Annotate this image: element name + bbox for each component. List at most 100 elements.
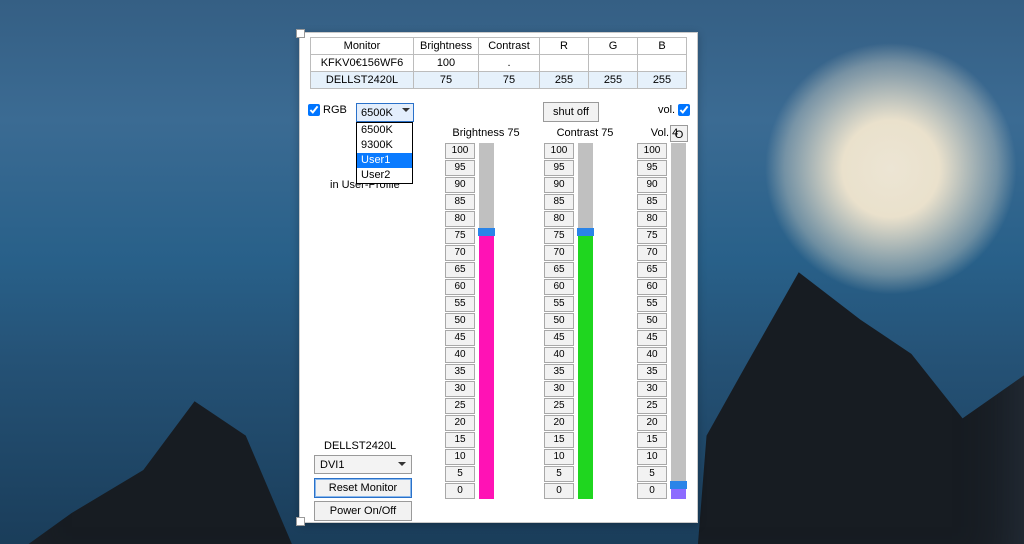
vol-checkbox-input[interactable] — [678, 104, 690, 116]
contrast-thumb[interactable] — [577, 228, 594, 236]
colortemp-option[interactable]: 6500K — [357, 123, 412, 138]
slider-step-button[interactable]: 65 — [544, 262, 574, 278]
colortemp-combobox[interactable]: 6500K — [356, 103, 414, 122]
slider-step-button[interactable]: 0 — [544, 483, 574, 499]
slider-step-button[interactable]: 15 — [445, 432, 475, 448]
slider-step-button[interactable]: 100 — [637, 143, 667, 159]
slider-step-button[interactable]: 35 — [544, 364, 574, 380]
reset-monitor-button[interactable]: Reset Monitor — [314, 478, 412, 498]
slider-step-button[interactable]: 55 — [544, 296, 574, 312]
slider-step-button[interactable]: 0 — [445, 483, 475, 499]
vol-checkbox[interactable]: vol. — [658, 104, 690, 116]
table-row[interactable]: KFKV0€156WF6100. — [311, 55, 687, 72]
resize-handle-bottom-left[interactable] — [296, 517, 305, 526]
slider-step-button[interactable]: 30 — [445, 381, 475, 397]
slider-step-button[interactable]: 80 — [544, 211, 574, 227]
slider-step-button[interactable]: 20 — [637, 415, 667, 431]
slider-step-button[interactable]: 35 — [445, 364, 475, 380]
resize-handle-top-left[interactable] — [296, 29, 305, 38]
slider-step-button[interactable]: 5 — [544, 466, 574, 482]
slider-step-button[interactable]: 40 — [445, 347, 475, 363]
slider-step-button[interactable]: 45 — [544, 330, 574, 346]
slider-step-button[interactable]: 85 — [544, 194, 574, 210]
slider-step-button[interactable]: 65 — [637, 262, 667, 278]
contrast-track[interactable] — [578, 143, 593, 499]
brightness-track[interactable] — [479, 143, 494, 499]
slider-step-button[interactable]: 15 — [637, 432, 667, 448]
brightness-steps: 1009590858075706560555045403530252015105… — [445, 143, 475, 500]
slider-step-button[interactable]: 40 — [637, 347, 667, 363]
colortemp-option[interactable]: User2 — [357, 168, 412, 183]
slider-step-button[interactable]: 85 — [637, 194, 667, 210]
slider-step-button[interactable]: 50 — [544, 313, 574, 329]
vol-checkbox-label: vol. — [658, 104, 675, 116]
slider-step-button[interactable]: 90 — [544, 177, 574, 193]
table-cell — [540, 55, 589, 72]
slider-step-button[interactable]: 20 — [544, 415, 574, 431]
power-onoff-button[interactable]: Power On/Off — [314, 501, 412, 521]
slider-step-button[interactable]: 60 — [637, 279, 667, 295]
slider-step-button[interactable]: 80 — [445, 211, 475, 227]
slider-step-button[interactable]: 65 — [445, 262, 475, 278]
slider-step-button[interactable]: 70 — [544, 245, 574, 261]
input-select[interactable]: DVI1 — [314, 455, 412, 474]
slider-step-button[interactable]: 40 — [544, 347, 574, 363]
slider-step-button[interactable]: 55 — [637, 296, 667, 312]
table-cell — [589, 55, 638, 72]
volume-title: Vol. 4 — [637, 127, 692, 139]
table-cell: 255 — [589, 72, 638, 89]
slider-step-button[interactable]: 50 — [445, 313, 475, 329]
table-cell: DELLST2420L — [311, 72, 414, 89]
slider-step-button[interactable]: 25 — [445, 398, 475, 414]
rgb-checkbox[interactable]: RGB — [308, 104, 347, 116]
slider-step-button[interactable]: 90 — [637, 177, 667, 193]
slider-step-button[interactable]: 90 — [445, 177, 475, 193]
slider-step-button[interactable]: 45 — [637, 330, 667, 346]
slider-step-button[interactable]: 30 — [637, 381, 667, 397]
slider-step-button[interactable]: 55 — [445, 296, 475, 312]
slider-step-button[interactable]: 10 — [637, 449, 667, 465]
slider-step-button[interactable]: 5 — [637, 466, 667, 482]
slider-step-button[interactable]: 75 — [544, 228, 574, 244]
slider-step-button[interactable]: 0 — [637, 483, 667, 499]
rgb-checkbox-input[interactable] — [308, 104, 320, 116]
table-cell — [638, 55, 687, 72]
slider-step-button[interactable]: 75 — [637, 228, 667, 244]
slider-step-button[interactable]: 75 — [445, 228, 475, 244]
slider-step-button[interactable]: 100 — [445, 143, 475, 159]
slider-step-button[interactable]: 80 — [637, 211, 667, 227]
monitor-control-window: Monitor Brightness Contrast R G B KFKV0€… — [299, 32, 698, 523]
colortemp-option[interactable]: User1 — [357, 153, 412, 168]
slider-step-button[interactable]: 45 — [445, 330, 475, 346]
colortemp-option[interactable]: 9300K — [357, 138, 412, 153]
table-cell: 255 — [540, 72, 589, 89]
volume-thumb[interactable] — [670, 481, 687, 489]
volume-track[interactable] — [671, 143, 686, 499]
brightness-thumb[interactable] — [478, 228, 495, 236]
slider-step-button[interactable]: 50 — [637, 313, 667, 329]
slider-step-button[interactable]: 20 — [445, 415, 475, 431]
slider-step-button[interactable]: 70 — [445, 245, 475, 261]
col-monitor: Monitor — [311, 38, 414, 55]
slider-step-button[interactable]: 85 — [445, 194, 475, 210]
slider-step-button[interactable]: 60 — [445, 279, 475, 295]
slider-step-button[interactable]: 100 — [544, 143, 574, 159]
slider-step-button[interactable]: 95 — [445, 160, 475, 176]
slider-step-button[interactable]: 25 — [544, 398, 574, 414]
brightness-title: Brightness 75 — [445, 127, 527, 139]
slider-step-button[interactable]: 10 — [544, 449, 574, 465]
slider-step-button[interactable]: 5 — [445, 466, 475, 482]
slider-step-button[interactable]: 10 — [445, 449, 475, 465]
slider-step-button[interactable]: 95 — [637, 160, 667, 176]
slider-step-button[interactable]: 70 — [637, 245, 667, 261]
colortemp-selected: 6500K — [361, 107, 393, 119]
slider-step-button[interactable]: 95 — [544, 160, 574, 176]
slider-step-button[interactable]: 35 — [637, 364, 667, 380]
shutoff-button[interactable]: shut off — [543, 102, 599, 122]
table-row[interactable]: DELLST2420L7575255255255 — [311, 72, 687, 89]
colortemp-dropdown[interactable]: 6500K9300KUser1User2 — [356, 122, 413, 184]
slider-step-button[interactable]: 15 — [544, 432, 574, 448]
slider-step-button[interactable]: 60 — [544, 279, 574, 295]
slider-step-button[interactable]: 25 — [637, 398, 667, 414]
slider-step-button[interactable]: 30 — [544, 381, 574, 397]
